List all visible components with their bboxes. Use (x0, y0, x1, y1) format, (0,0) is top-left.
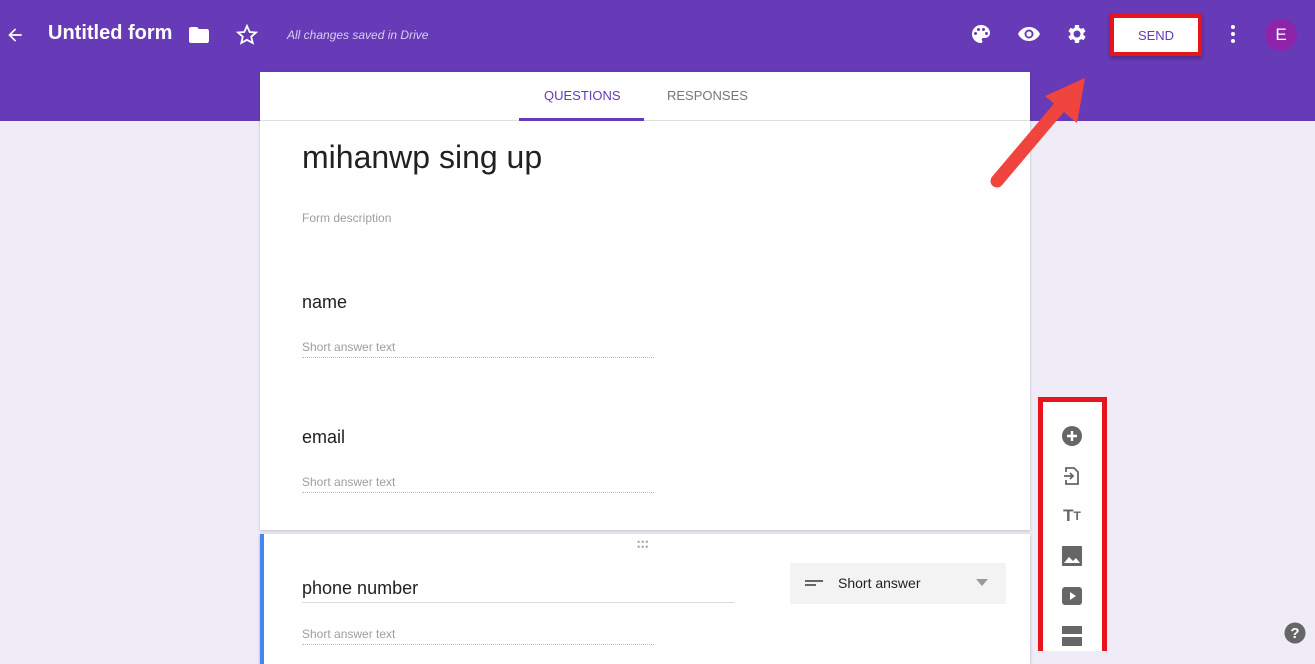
palette-icon[interactable] (969, 22, 993, 46)
short-text-icon (805, 580, 823, 586)
short-answer-placeholder: Short answer text (302, 340, 654, 358)
short-answer-placeholder: Short answer text (302, 475, 654, 493)
active-tab-indicator (519, 118, 644, 121)
question-type-label: Short answer (838, 575, 921, 591)
avatar[interactable]: E (1265, 19, 1297, 51)
more-vert-icon[interactable] (1221, 22, 1245, 46)
dropdown-arrow-icon (976, 579, 988, 586)
drag-handle-icon[interactable]: ••• ••• (637, 538, 653, 552)
preview-eye-icon[interactable] (1017, 22, 1041, 46)
question-title[interactable]: email (302, 427, 345, 448)
question-type-dropdown[interactable]: Short answer (790, 563, 1006, 604)
help-icon[interactable]: ? (1284, 622, 1306, 644)
add-section-icon[interactable] (1060, 624, 1084, 648)
folder-icon[interactable] (187, 23, 211, 47)
add-title-icon[interactable]: TT (1060, 504, 1084, 528)
import-questions-icon[interactable] (1060, 464, 1084, 488)
back-arrow-icon[interactable] (5, 25, 25, 45)
send-button[interactable]: SEND (1110, 14, 1202, 56)
question-title[interactable]: name (302, 292, 347, 313)
settings-gear-icon[interactable] (1065, 22, 1089, 46)
add-video-icon[interactable] (1060, 584, 1084, 608)
annotation-arrow (990, 78, 1085, 188)
form-title[interactable]: Untitled form (48, 22, 172, 45)
tab-bar: QUESTIONS RESPONSES (260, 72, 1030, 121)
question-title-input[interactable]: phone number (302, 578, 735, 603)
tab-questions[interactable]: QUESTIONS (544, 88, 621, 103)
form-description-field[interactable]: Form description (302, 211, 391, 225)
svg-text:?: ? (1290, 625, 1299, 642)
add-question-icon[interactable] (1060, 424, 1084, 448)
star-icon[interactable] (235, 23, 259, 47)
form-title-field[interactable]: mihanwp sing up (302, 139, 542, 176)
add-image-icon[interactable] (1060, 544, 1084, 568)
question-toolbar: TT (1038, 397, 1107, 651)
save-status: All changes saved in Drive (287, 28, 429, 42)
tab-responses[interactable]: RESPONSES (667, 88, 748, 103)
short-answer-placeholder: Short answer text (302, 627, 654, 645)
